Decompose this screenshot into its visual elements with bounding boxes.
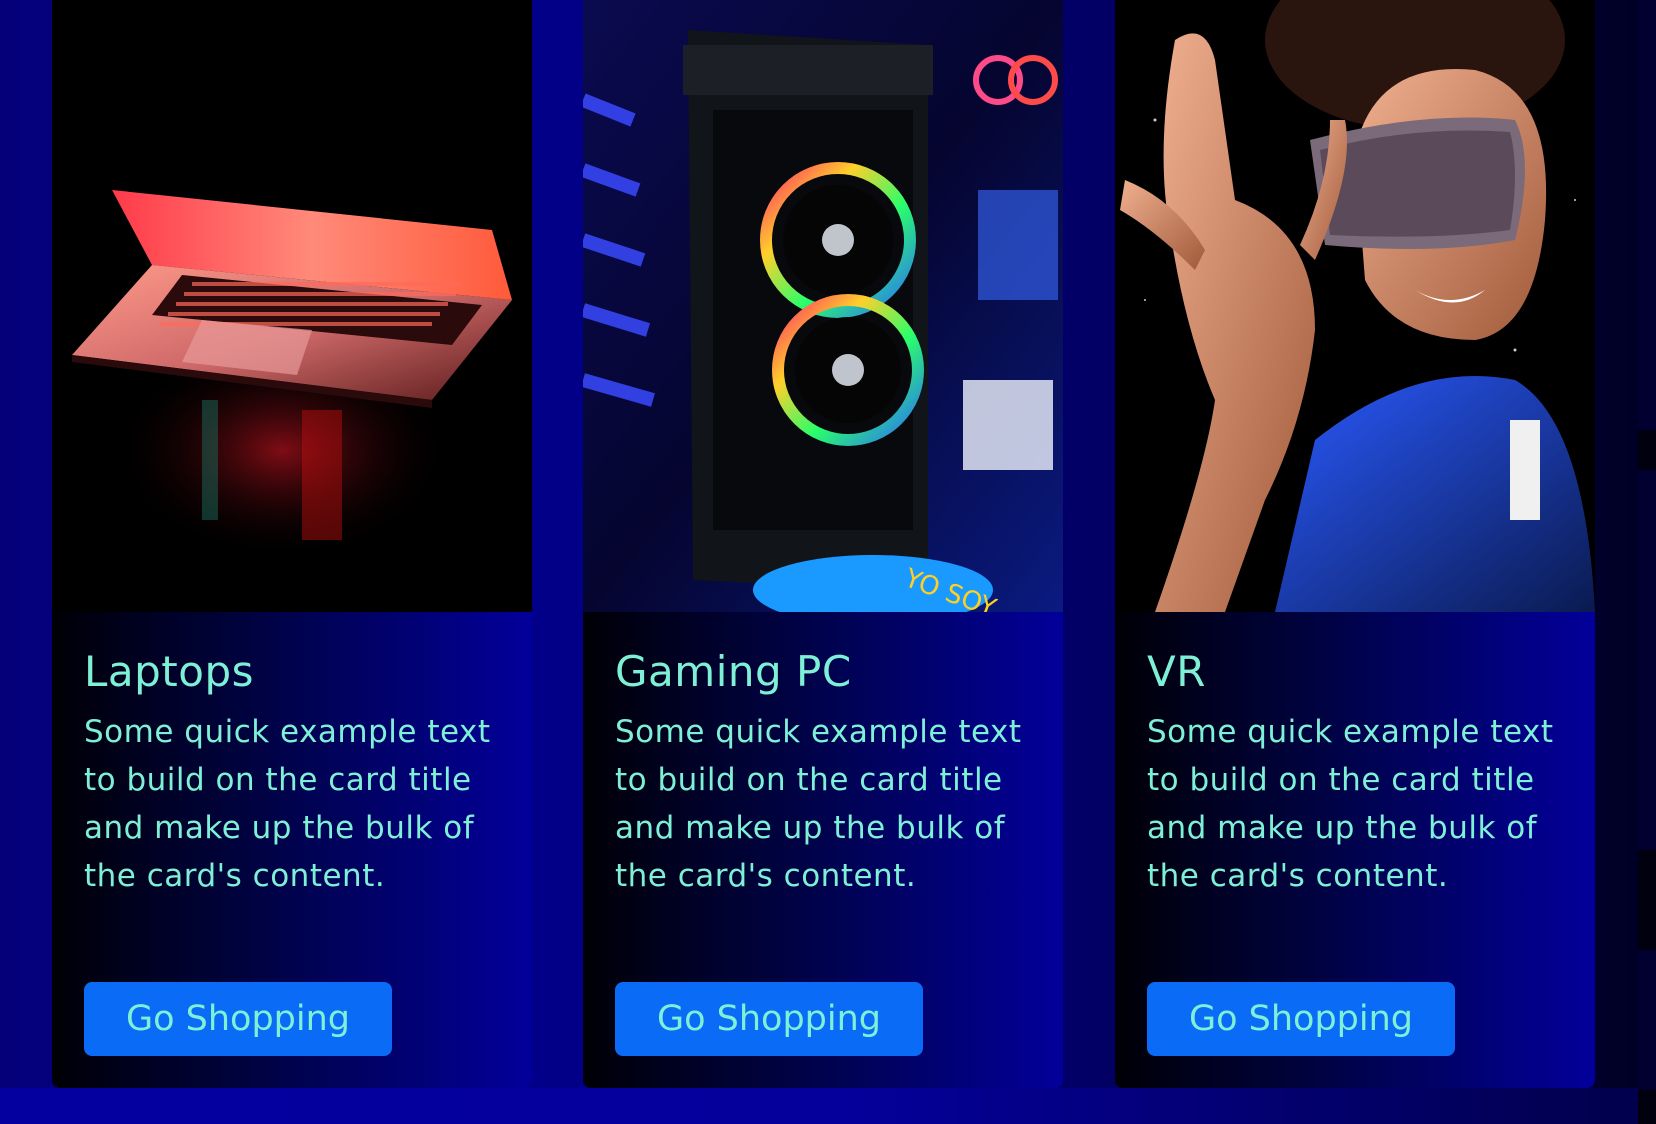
product-card-gaming-pc: YO SOY Gaming PC Some quick example text…	[583, 0, 1063, 1088]
gaming-pc-image: YO SOY	[583, 0, 1063, 612]
card-text: Some quick example text to build on the …	[615, 714, 1022, 894]
page-footer-band	[0, 1088, 1656, 1124]
next-card-edge	[1638, 0, 1656, 1124]
product-card-vr: VR Some quick example text to build on t…	[1115, 0, 1595, 1088]
card-text: Some quick example text to build on the …	[84, 714, 491, 894]
product-card-laptops: Laptops Some quick example text to build…	[52, 0, 532, 1088]
card-body: Laptops Some quick example text to build…	[84, 612, 514, 1056]
card-body: Gaming PC Some quick example text to bui…	[615, 612, 1045, 1056]
card-body: VR Some quick example text to build on t…	[1147, 612, 1577, 1056]
vr-image	[1115, 0, 1595, 612]
go-shopping-button[interactable]: Go Shopping	[1147, 982, 1455, 1056]
card-title: Gaming PC	[615, 647, 852, 696]
card-title: VR	[1147, 647, 1206, 696]
card-title: Laptops	[84, 647, 255, 696]
laptop-image	[52, 0, 532, 612]
go-shopping-button[interactable]: Go Shopping	[84, 982, 392, 1056]
go-shopping-button[interactable]: Go Shopping	[615, 982, 923, 1056]
card-text: Some quick example text to build on the …	[1147, 714, 1554, 894]
